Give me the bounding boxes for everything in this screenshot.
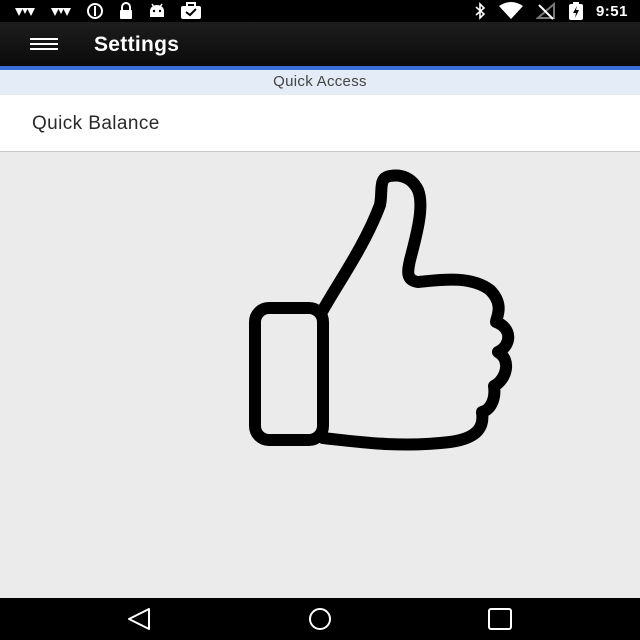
- section-header-quick-access: Quick Access: [0, 70, 640, 94]
- menu-line: [30, 48, 58, 50]
- page-title: Settings: [94, 33, 180, 56]
- list-item-quick-balance[interactable]: Quick Balance: [0, 95, 640, 152]
- status-right-icons: 9:51: [474, 2, 628, 20]
- menu-line: [30, 38, 58, 40]
- status-bar: 9:51: [0, 0, 640, 22]
- signal-bars-icon: [51, 8, 71, 16]
- app-bar: Settings: [0, 22, 640, 66]
- list-item-label: Quick Balance: [32, 113, 160, 134]
- signal-bars-icon: [15, 8, 35, 16]
- back-icon[interactable]: [120, 605, 160, 633]
- bluetooth-icon: [475, 2, 486, 20]
- data-usage-icon: [87, 3, 103, 19]
- status-time: 9:51: [595, 2, 628, 20]
- screen: 9:51 Settings Quick Access Quick Balance: [0, 0, 640, 640]
- hamburger-menu-icon[interactable]: [22, 32, 66, 56]
- status-left-icons: [14, 2, 202, 20]
- home-icon[interactable]: [300, 605, 340, 633]
- briefcase-check-icon: [181, 2, 201, 19]
- no-signal-icon: [535, 2, 555, 20]
- battery-charging-icon: [568, 2, 583, 20]
- recents-icon[interactable]: [480, 605, 520, 633]
- thumbs-up-icon: [249, 169, 515, 451]
- menu-line: [30, 43, 58, 45]
- wifi-icon: [498, 2, 523, 19]
- lock-icon: [120, 2, 132, 19]
- navigation-bar: [0, 598, 640, 640]
- android-icon: [150, 3, 164, 17]
